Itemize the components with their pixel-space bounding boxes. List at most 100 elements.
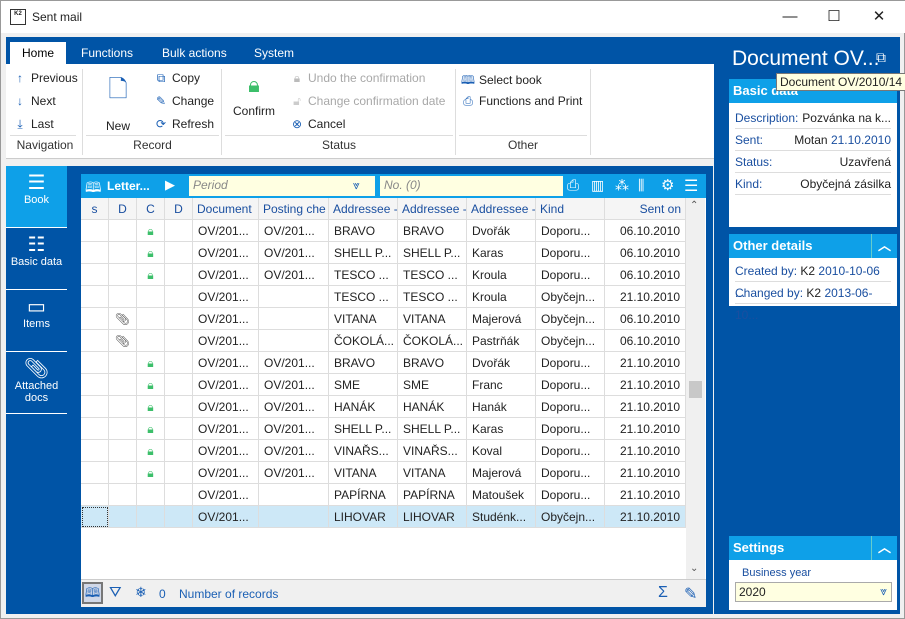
external-link-icon[interactable]: ⧉ [876, 49, 886, 66]
table-cell[interactable]: Pastrňák [467, 330, 536, 352]
table-cell[interactable]: 🔒︎ [137, 264, 165, 286]
table-cell[interactable] [165, 440, 193, 462]
table-cell[interactable]: Karas [467, 418, 536, 440]
table-cell[interactable] [81, 396, 109, 418]
table-cell[interactable] [81, 462, 109, 484]
table-cell[interactable] [109, 462, 137, 484]
settings-header[interactable]: Settings ︿ [729, 536, 897, 560]
chart-icon[interactable]: ▥ [591, 177, 604, 194]
table-cell[interactable] [165, 330, 193, 352]
table-cell[interactable]: SME [398, 374, 467, 396]
table-cell[interactable]: OV/201... [259, 440, 329, 462]
table-cell[interactable]: ČOKOLÁ... [398, 330, 467, 352]
table-cell[interactable]: 06.10.2010 [605, 264, 686, 286]
last-button[interactable]: ⤓ Last [12, 117, 53, 132]
table-cell[interactable]: 🔒︎ [137, 374, 165, 396]
table-cell[interactable]: VINAŘS... [398, 440, 467, 462]
table-cell[interactable] [109, 396, 137, 418]
book-selector[interactable]: Letter... [107, 179, 150, 193]
select-book-button[interactable]: 🕮 Select book [460, 71, 542, 92]
table-cell[interactable]: 🔒︎ [137, 220, 165, 242]
table-cell[interactable] [109, 220, 137, 242]
cancel-button[interactable]: ⊗ Cancel [289, 117, 345, 131]
table-cell[interactable]: VINAŘS... [329, 440, 398, 462]
table-cell[interactable]: SHELL P... [329, 418, 398, 440]
previous-button[interactable]: ↑ Previous [12, 71, 78, 85]
column-header[interactable]: C [137, 198, 165, 220]
table-cell[interactable]: Doporu... [536, 374, 605, 396]
table-cell[interactable]: Majerová [467, 462, 536, 484]
table-cell[interactable] [165, 308, 193, 330]
column-header[interactable]: Document [193, 198, 259, 220]
table-cell[interactable]: Karas [467, 242, 536, 264]
table-cell[interactable] [165, 396, 193, 418]
table-cell[interactable] [137, 286, 165, 308]
table-cell[interactable]: TESCO ... [398, 286, 467, 308]
table-cell[interactable]: 21.10.2010 [605, 396, 686, 418]
table-cell[interactable]: VITANA [329, 462, 398, 484]
refresh-button[interactable]: ⟳ Refresh [153, 117, 214, 131]
table-cell[interactable] [259, 506, 329, 528]
table-cell[interactable]: 🔒︎ [137, 242, 165, 264]
table-cell[interactable]: Doporu... [536, 396, 605, 418]
play-icon[interactable]: ▶ [165, 177, 175, 193]
table-cell[interactable] [165, 374, 193, 396]
table-cell[interactable]: BRAVO [329, 220, 398, 242]
table-cell[interactable] [259, 308, 329, 330]
table-cell[interactable]: OV/201... [259, 462, 329, 484]
table-cell[interactable] [137, 484, 165, 506]
printer-icon[interactable]: ⎙ [567, 177, 579, 194]
table-cell[interactable]: Hanák [467, 396, 536, 418]
new-button[interactable]: 🗋 New [101, 72, 135, 133]
table-cell[interactable]: Kroula [467, 286, 536, 308]
table-cell[interactable]: 21.10.2010 [605, 440, 686, 462]
table-cell[interactable] [81, 418, 109, 440]
table-cell[interactable]: 06.10.2010 [605, 220, 686, 242]
table-cell[interactable] [165, 264, 193, 286]
table-cell[interactable]: HANÁK [398, 396, 467, 418]
snowflake-icon[interactable]: ❄ [135, 584, 147, 601]
number-of-records[interactable]: Number of records [179, 587, 278, 601]
table-cell[interactable]: OV/201... [259, 352, 329, 374]
table-cell[interactable] [81, 330, 109, 352]
table-cell[interactable]: Doporu... [536, 440, 605, 462]
column-header[interactable]: Addressee - [329, 198, 398, 220]
undo-confirmation-button[interactable]: 🔒︎ Undo the confirmation [289, 71, 426, 86]
table-cell[interactable]: Doporu... [536, 242, 605, 264]
period-input[interactable]: Period [189, 176, 375, 196]
table-cell[interactable] [109, 374, 137, 396]
table-cell[interactable]: 06.10.2010 [605, 308, 686, 330]
table-cell[interactable]: 21.10.2010 [605, 506, 686, 528]
tab-bulk-actions[interactable]: Bulk actions [150, 42, 239, 64]
table-cell[interactable] [109, 418, 137, 440]
table-cell[interactable]: 🔒︎ [137, 352, 165, 374]
table-cell[interactable]: 21.10.2010 [605, 418, 686, 440]
change-button[interactable]: ✎ Change [153, 94, 214, 108]
table-cell[interactable] [165, 506, 193, 528]
table-cell[interactable]: TESCO ... [329, 286, 398, 308]
sidebar-item-basic-data[interactable]: ☷ Basic data [6, 228, 67, 290]
table-cell[interactable] [165, 462, 193, 484]
tab-home[interactable]: Home [10, 42, 67, 64]
column-header[interactable]: s [81, 198, 109, 220]
table-cell[interactable] [109, 352, 137, 374]
table-cell[interactable] [81, 506, 109, 528]
table-cell[interactable]: Obyčejn... [536, 286, 605, 308]
table-cell[interactable]: Obyčejn... [536, 308, 605, 330]
table-cell[interactable]: 21.10.2010 [605, 286, 686, 308]
table-cell[interactable]: HANÁK [329, 396, 398, 418]
table-cell[interactable] [259, 330, 329, 352]
table-cell[interactable]: OV/201... [259, 374, 329, 396]
table-cell[interactable]: 🔒︎ [137, 418, 165, 440]
table-cell[interactable]: BRAVO [329, 352, 398, 374]
table-cell[interactable]: Doporu... [536, 352, 605, 374]
table-cell[interactable]: Doporu... [536, 418, 605, 440]
table-cell[interactable]: OV/201... [193, 418, 259, 440]
table-cell[interactable] [81, 484, 109, 506]
table-cell[interactable] [81, 352, 109, 374]
table-cell[interactable] [109, 264, 137, 286]
table-cell[interactable] [165, 242, 193, 264]
table-cell[interactable] [165, 286, 193, 308]
table-cell[interactable] [259, 286, 329, 308]
table-cell[interactable]: BRAVO [398, 220, 467, 242]
